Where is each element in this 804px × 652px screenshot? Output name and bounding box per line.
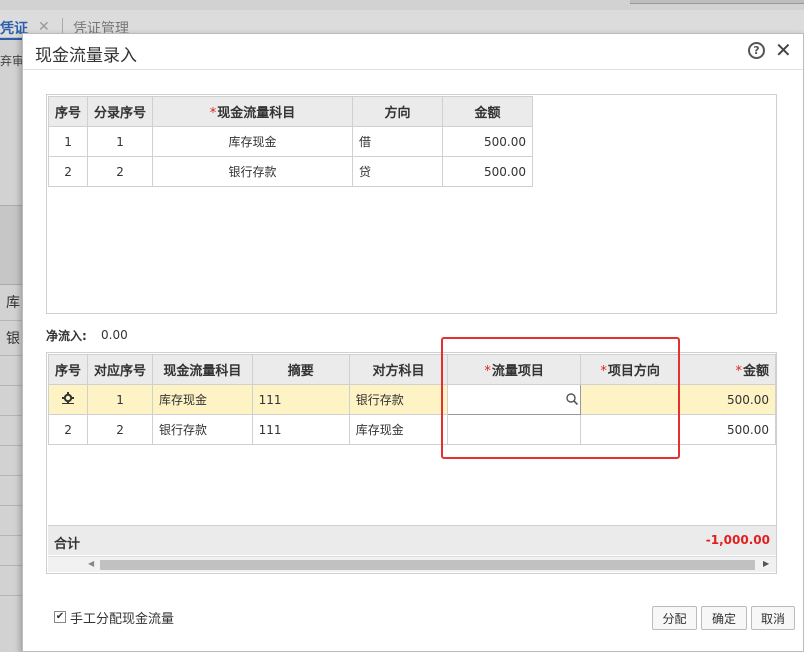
total-label: 合计 <box>54 537 81 552</box>
required-mark: * <box>484 364 491 379</box>
voucher-entries-table: 序号 分录序号 *现金流量科目 方向 金额 1 1 库存现金 借 500.00 … <box>47 96 534 187</box>
cell-item-direction[interactable] <box>580 414 680 445</box>
dialog-header: 现金流量录入 ? ✕ <box>23 34 803 70</box>
cell-summary: 111 <box>251 384 350 415</box>
column-header-amount: 金额 <box>442 96 534 127</box>
horizontal-scrollbar[interactable]: ◀ ▶ <box>48 556 776 572</box>
column-header-counter-account: 对方科目 <box>348 354 449 385</box>
column-header-summary: 摘要 <box>251 354 350 385</box>
column-header-seq: 序号 <box>47 96 89 127</box>
column-header-flow-item: *流量项目 <box>447 354 582 385</box>
table-row-selected[interactable]: 1 库存现金 111 银行存款 500.00 <box>47 384 776 415</box>
background-grid-line <box>0 320 22 321</box>
scroll-right-arrow-icon[interactable]: ▶ <box>763 559 769 568</box>
close-icon[interactable]: ✕ <box>775 38 792 62</box>
total-value: -1,000.00 <box>705 533 770 547</box>
row-settings-cell[interactable] <box>47 384 89 415</box>
net-inflow-label: 净流入: <box>46 329 87 343</box>
cell-amount: 500.00 <box>442 156 534 187</box>
column-header-seq: 序号 <box>47 354 89 385</box>
dialog-title: 现金流量录入 <box>35 46 137 66</box>
cash-flow-entry-dialog: 现金流量录入 ? ✕ 序号 分录序号 *现金流量科目 方向 金额 1 1 库存现… <box>22 33 804 652</box>
cell-seq: 1 <box>47 126 89 157</box>
required-mark: * <box>209 106 217 121</box>
column-header-corresponding-seq: 对应序号 <box>87 354 154 385</box>
cell-corresponding-seq: 1 <box>87 384 154 415</box>
cell-counter-account: 库存现金 <box>348 414 449 445</box>
column-header-label: 流量项目 <box>491 364 544 379</box>
scrollbar-thumb[interactable] <box>100 560 755 570</box>
cell-corresponding-seq: 2 <box>87 414 154 445</box>
column-header-direction: 方向 <box>352 96 444 127</box>
background-grid-line <box>0 505 22 506</box>
cell-amount[interactable]: 500.00 <box>678 414 776 445</box>
search-icon[interactable] <box>566 393 579 405</box>
manual-allocation-label[interactable]: 手工分配现金流量 <box>70 608 174 627</box>
background-grid-line <box>0 355 22 356</box>
background-table-header <box>0 205 22 285</box>
cell-account: 银行存款 <box>152 414 253 445</box>
cell-flow-item[interactable] <box>447 414 582 445</box>
cell-item-direction[interactable] <box>580 384 680 415</box>
cell-counter-account: 银行存款 <box>348 384 449 415</box>
cell-direction: 借 <box>352 126 444 157</box>
background-grid-line <box>0 595 22 596</box>
cell-account: 银行存款 <box>152 156 354 187</box>
confirm-button[interactable]: 确定 <box>701 606 747 630</box>
cell-entry-seq: 1 <box>87 126 154 157</box>
cell-amount[interactable]: 500.00 <box>678 384 776 415</box>
background-grid-line <box>0 535 22 536</box>
flow-item-input[interactable] <box>447 384 582 415</box>
required-mark: * <box>600 364 607 379</box>
background-grid-line <box>0 385 22 386</box>
table-row[interactable]: 2 2 银行存款 111 库存现金 500.00 <box>47 414 776 445</box>
cancel-button[interactable]: 取消 <box>751 606 795 630</box>
voucher-entries-grid: 序号 分录序号 *现金流量科目 方向 金额 1 1 库存现金 借 500.00 … <box>46 94 777 314</box>
cash-flow-allocation-table: 序号 对应序号 现金流量科目 摘要 对方科目 *流量项目 *项目方向 *金额 1… <box>47 354 776 445</box>
column-header-amount: *金额 <box>678 354 776 385</box>
background-grid-line <box>0 475 22 476</box>
background-toolbar-text: 弃审 <box>0 54 25 68</box>
allocate-button[interactable]: 分配 <box>652 606 697 630</box>
column-header-label: 金额 <box>742 364 769 379</box>
column-header-label: 项目方向 <box>607 364 660 379</box>
gear-icon[interactable] <box>62 392 74 404</box>
total-row: 合计 -1,000.00 <box>48 525 776 555</box>
cell-account: 库存现金 <box>152 126 354 157</box>
table-header-row: 序号 分录序号 *现金流量科目 方向 金额 <box>47 96 534 127</box>
cell-amount: 500.00 <box>442 126 534 157</box>
net-inflow-value: 0.00 <box>101 328 128 342</box>
scroll-left-arrow-icon[interactable]: ◀ <box>88 559 94 568</box>
cell-entry-seq: 2 <box>87 156 154 187</box>
table-header-row: 序号 对应序号 现金流量科目 摘要 对方科目 *流量项目 *项目方向 *金额 <box>47 354 776 385</box>
cell-seq: 2 <box>47 414 89 445</box>
background-grid-line <box>0 415 22 416</box>
required-mark: * <box>735 364 742 379</box>
background-grid-line <box>0 445 22 446</box>
background-window-edge <box>630 0 804 4</box>
cell-account: 库存现金 <box>152 384 253 415</box>
column-header-item-direction: *项目方向 <box>580 354 680 385</box>
background-cell-text: 库 <box>6 295 20 311</box>
cash-flow-allocation-grid: 序号 对应序号 现金流量科目 摘要 对方科目 *流量项目 *项目方向 *金额 1… <box>46 352 777 574</box>
column-header-cash-flow-account: *现金流量科目 <box>152 96 354 127</box>
cell-direction: 贷 <box>352 156 444 187</box>
background-grid-line <box>0 565 22 566</box>
column-header-label: 现金流量科目 <box>217 106 296 121</box>
column-header-cash-flow-account: 现金流量科目 <box>152 354 253 385</box>
background-cell-text: 银 <box>6 331 20 347</box>
column-header-entry-seq: 分录序号 <box>87 96 154 127</box>
table-row[interactable]: 2 2 银行存款 贷 500.00 <box>47 156 534 187</box>
cell-summary: 111 <box>251 414 350 445</box>
cell-seq: 2 <box>47 156 89 187</box>
manual-allocation-checkbox[interactable]: ✔ <box>54 611 66 623</box>
table-row[interactable]: 1 1 库存现金 借 500.00 <box>47 126 534 157</box>
help-icon[interactable]: ? <box>748 42 765 59</box>
